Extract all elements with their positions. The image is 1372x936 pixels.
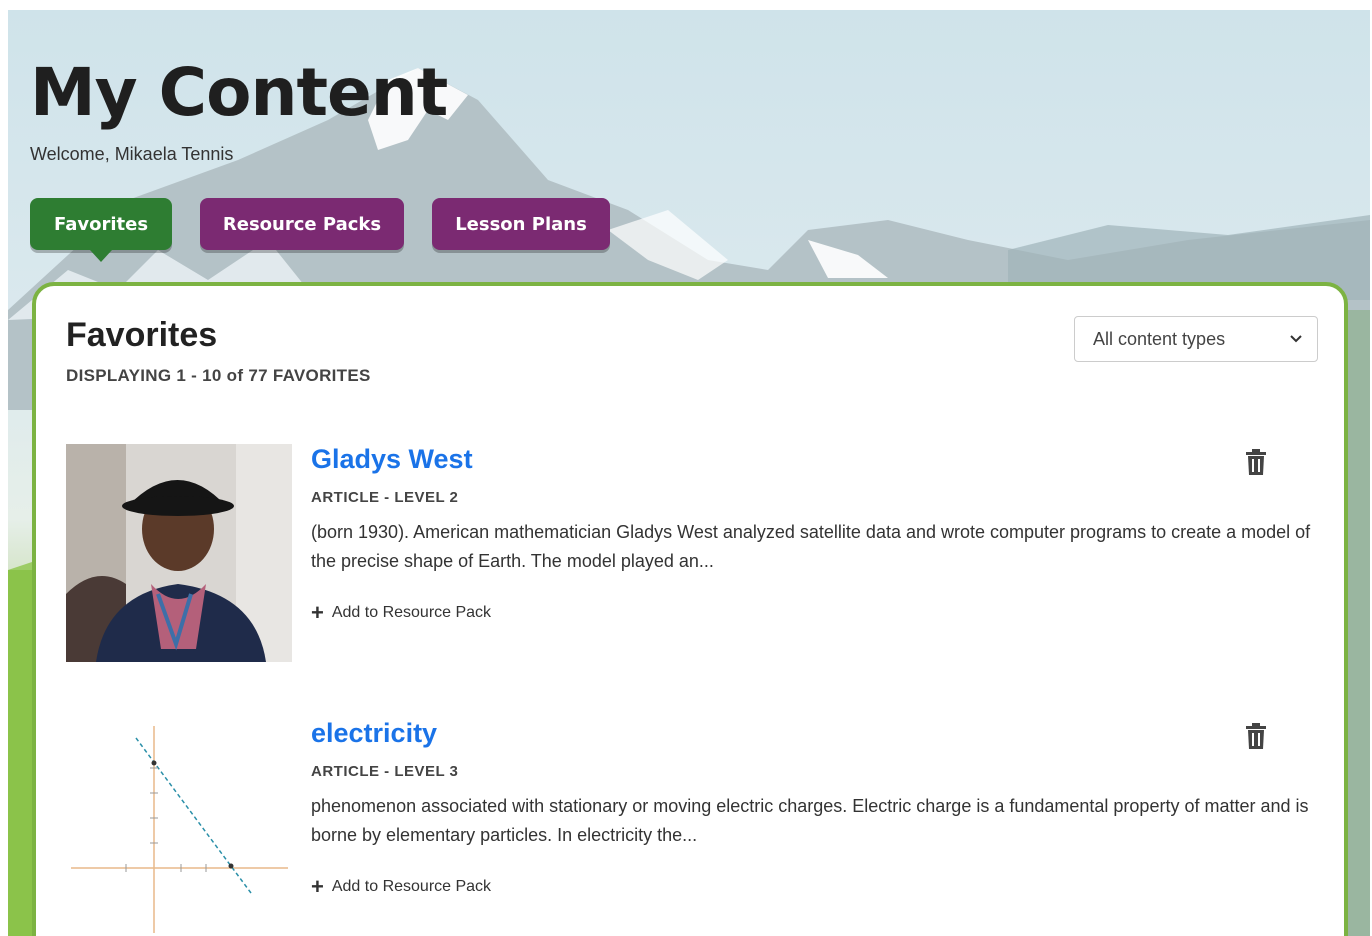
tab-favorites-label: Favorites — [53, 213, 149, 235]
welcome-message: Welcome, Mikaela Tennis — [30, 144, 234, 164]
tab-lesson-plans-label: Lesson Plans — [455, 213, 587, 235]
list-item: electricity ARTICLE - LEVEL 3 phenomenon… — [66, 718, 1322, 936]
item-description: (born 1930). American mathematician Glad… — [311, 522, 1311, 571]
content-type-select[interactable]: All content types — [1074, 316, 1318, 362]
item-meta: ARTICLE - LEVEL 3 — [311, 763, 459, 780]
add-to-resource-pack-button[interactable]: + Add to Resource Pack — [311, 874, 492, 899]
plus-icon: + — [311, 874, 324, 899]
portrait-image — [66, 444, 292, 662]
active-tab-pointer — [90, 250, 112, 262]
thumbnail-portrait[interactable] — [66, 444, 292, 662]
add-to-resource-pack-label: Add to Resource Pack — [331, 604, 492, 621]
item-title-link[interactable]: Gladys West — [311, 444, 473, 475]
favorites-heading: Favorites — [66, 316, 218, 354]
page-frame: My Content Welcome, Mikaela Tennis Favor… — [8, 10, 1370, 936]
tab-resource-packs[interactable]: Resource Packs — [200, 198, 404, 250]
content-type-selected: All content types — [1093, 328, 1226, 349]
chevron-down-icon — [1290, 335, 1302, 343]
thumbnail-graph[interactable] — [66, 718, 292, 936]
trash-icon[interactable] — [1244, 448, 1268, 476]
add-to-resource-pack-button[interactable]: + Add to Resource Pack — [311, 600, 492, 625]
trash-icon[interactable] — [1244, 722, 1268, 750]
item-description: phenomenon associated with stationary or… — [311, 796, 1309, 845]
add-to-resource-pack-label: Add to Resource Pack — [331, 878, 492, 895]
results-count: DISPLAYING 1 - 10 of 77 FAVORITES — [66, 366, 371, 385]
page-title: My Content — [30, 54, 448, 131]
favorites-panel: Favorites DISPLAYING 1 - 10 of 77 FAVORI… — [32, 282, 1348, 936]
item-meta: ARTICLE - LEVEL 2 — [311, 489, 459, 506]
item-title-link[interactable]: electricity — [311, 718, 437, 749]
tab-favorites[interactable]: Favorites — [30, 198, 172, 250]
list-item: Gladys West ARTICLE - LEVEL 2 (born 1930… — [66, 444, 1322, 664]
tab-resource-packs-label: Resource Packs — [222, 213, 382, 235]
graph-image — [71, 726, 288, 933]
tab-lesson-plans[interactable]: Lesson Plans — [432, 198, 610, 250]
plus-icon: + — [311, 600, 324, 625]
